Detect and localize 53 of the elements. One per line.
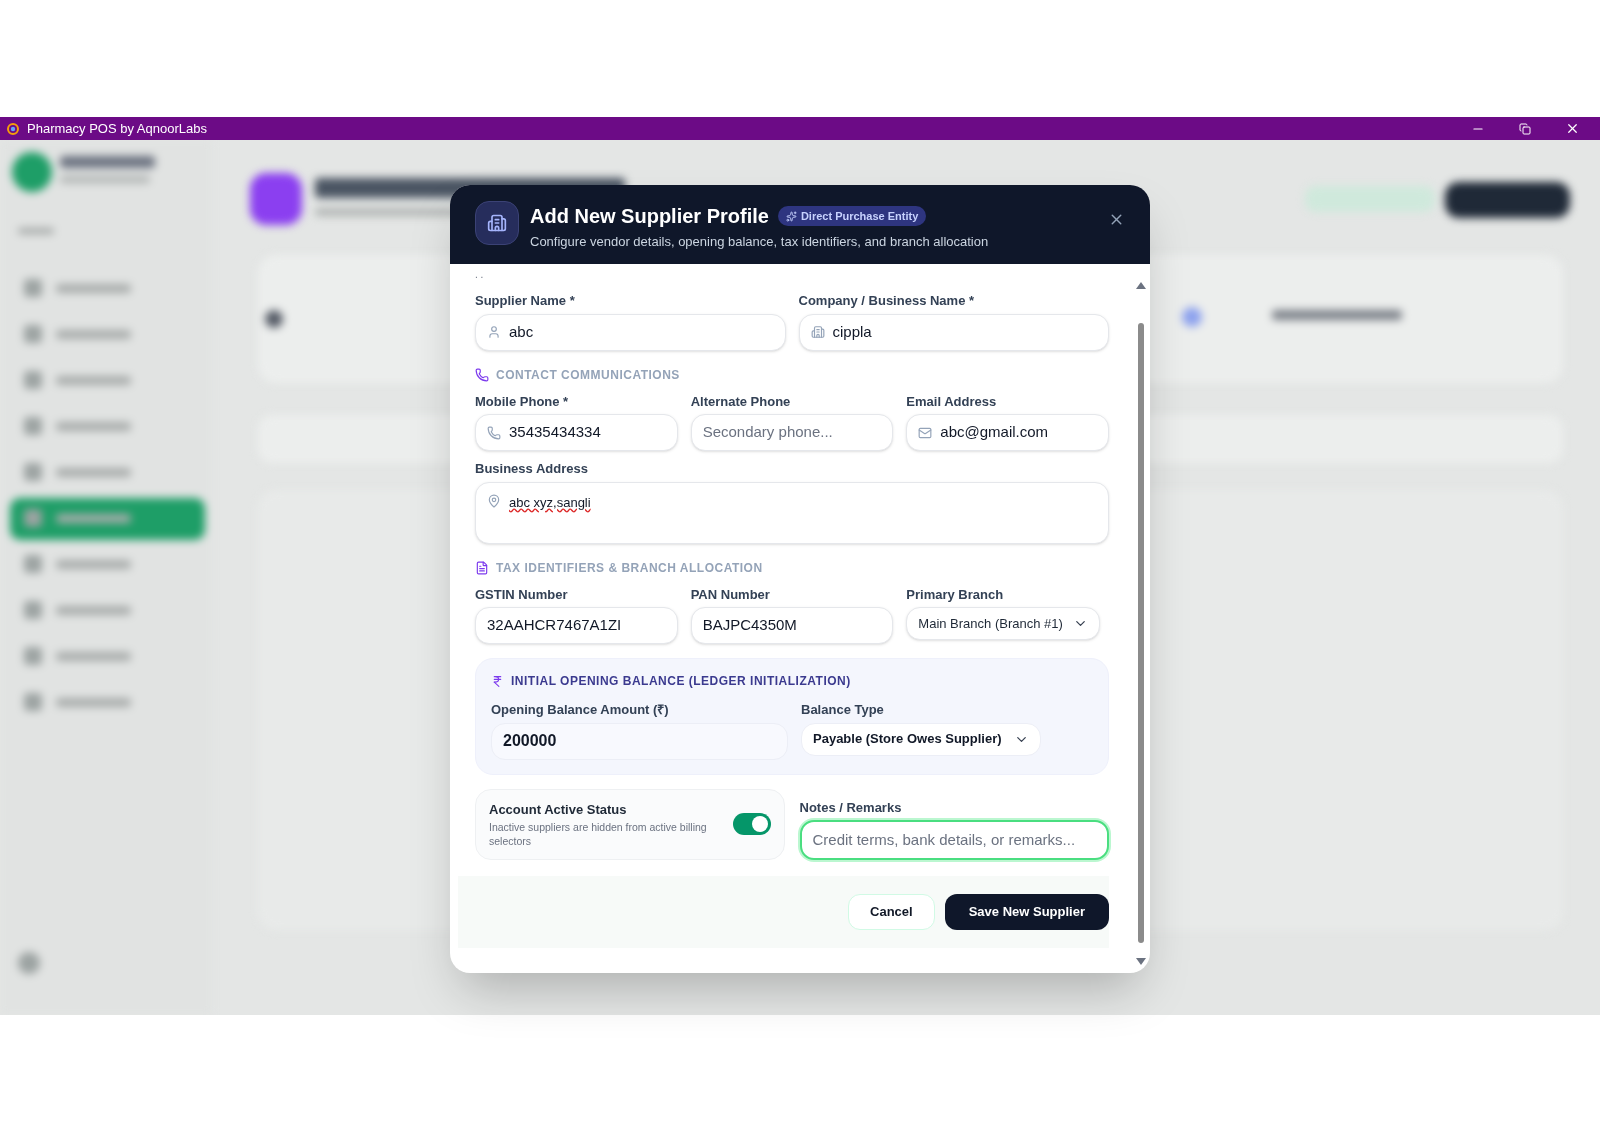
mail-icon: [918, 425, 933, 440]
status-description: Inactive suppliers are hidden from active billing selectors: [489, 819, 708, 848]
address-field[interactable]: abc xyz,sangli: [475, 481, 1109, 544]
section-heading: CONTACT COMMUNICATIONS: [496, 366, 680, 384]
input-field[interactable]: 32AAHCR7467A1ZI: [475, 607, 678, 644]
close-icon[interactable]: [1565, 121, 1580, 136]
input-field[interactable]: 35435434334: [475, 414, 678, 451]
input-field[interactable]: BAJPC4350M: [690, 607, 894, 644]
dialog-subtitle: Configure vendor details, opening balance, tax identifiers, and branch allocation: [530, 233, 989, 251]
field-label: Primary Branch: [906, 585, 1005, 604]
notes-field[interactable]: Credit terms, bank details, or remarks...: [799, 820, 1109, 860]
field-label: Opening Balance Amount (₹): [491, 701, 670, 719]
building-icon: [810, 325, 825, 339]
input-field[interactable]: cippla: [798, 313, 1109, 351]
sparkle-icon: [785, 210, 797, 222]
field-label: Balance Type: [801, 701, 885, 719]
phone-icon: [487, 425, 501, 440]
active-toggle[interactable]: [732, 813, 771, 835]
branch-select[interactable]: Main Branch (Branch #1): [906, 607, 1100, 640]
document-icon: [475, 560, 489, 575]
person-icon: [487, 325, 501, 339]
building-icon: [475, 201, 519, 245]
section-heading: INITIAL OPENING BALANCE (LEDGER INITIALIZATION): [511, 673, 851, 690]
rupee-icon: [491, 674, 504, 688]
save-button[interactable]: Save New Supplier: [944, 894, 1109, 930]
app-logo-icon: [6, 121, 20, 136]
status-title: Account Active Status: [489, 801, 628, 820]
field-label: Business Address: [475, 460, 589, 478]
clipped-text: . .: [475, 270, 485, 282]
field-label: Email Address: [906, 392, 998, 411]
field-label: Supplier Name *: [475, 292, 576, 310]
amount-field[interactable]: 200000: [491, 722, 788, 760]
dialog-title: Add New Supplier Profile: [530, 204, 769, 229]
section-heading: TAX IDENTIFIERS & BRANCH ALLOCATION: [496, 559, 763, 577]
field-label: Alternate Phone: [690, 392, 792, 411]
field-label: GSTIN Number: [475, 585, 569, 604]
input-field[interactable]: abc: [475, 313, 786, 351]
field-label: PAN Number: [690, 585, 771, 604]
map-pin-icon: [487, 493, 501, 508]
entity-badge: Direct Purchase Entity: [777, 206, 927, 226]
scroll-up-arrow-icon[interactable]: [1136, 282, 1146, 289]
balance-type-select[interactable]: Payable (Store Owes Supplier): [801, 722, 1041, 756]
scroll-down-arrow-icon[interactable]: [1136, 958, 1146, 965]
field-label: Company / Business Name *: [798, 292, 976, 310]
restore-icon[interactable]: [1519, 122, 1531, 135]
field-label: Notes / Remarks: [799, 798, 903, 817]
cancel-button[interactable]: Cancel: [848, 894, 935, 930]
input-field[interactable]: abc@gmail.com: [906, 414, 1109, 451]
field-label: Mobile Phone *: [475, 392, 570, 411]
phone-icon: [475, 367, 489, 382]
window-title: Pharmacy POS by AqnoorLabs: [27, 119, 207, 138]
input-field[interactable]: Secondary phone...: [690, 414, 894, 451]
scrollbar[interactable]: [1136, 282, 1146, 965]
